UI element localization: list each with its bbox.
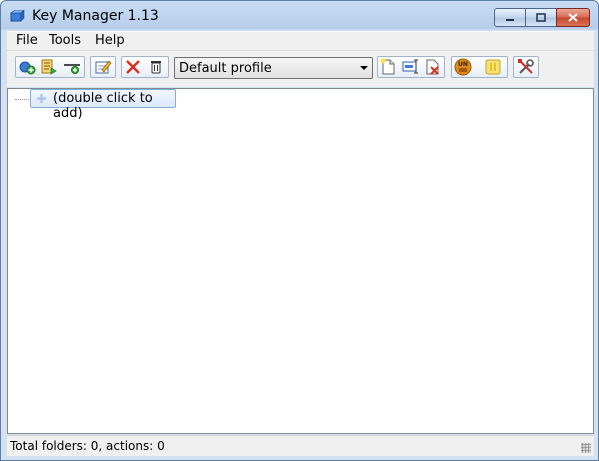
new-profile-icon[interactable] <box>379 58 397 76</box>
rename-profile-icon[interactable] <box>402 58 420 76</box>
add-folder-icon[interactable] <box>40 58 58 76</box>
pause-icon[interactable] <box>484 58 502 76</box>
minimize-button[interactable] <box>494 8 526 27</box>
profile-select[interactable]: Default profile <box>174 57 373 79</box>
tree-add-placeholder[interactable]: (double click to add) <box>30 89 176 121</box>
chevron-down-icon[interactable] <box>360 66 368 70</box>
profile-select-value: Default profile <box>179 61 272 76</box>
title-bar[interactable]: Key Manager 1.13 <box>1 1 598 31</box>
minimize-icon <box>506 18 514 21</box>
main-window: Key Manager 1.13 File Tools Help Default… <box>0 0 599 461</box>
settings-icon[interactable] <box>517 58 535 76</box>
maximize-button[interactable] <box>525 8 557 27</box>
menu-file[interactable]: File <box>16 33 38 48</box>
plus-icon <box>37 94 46 103</box>
close-button[interactable] <box>556 8 590 27</box>
add-action-icon[interactable] <box>18 58 36 76</box>
status-bar: Total folders: 0, actions: 0 <box>7 435 594 456</box>
close-icon <box>568 13 578 22</box>
delete-profile-icon[interactable] <box>424 58 442 76</box>
menu-bar: File Tools Help <box>7 31 594 50</box>
tree-placeholder-label: (double click to add) <box>53 91 153 121</box>
menu-tools[interactable]: Tools <box>49 33 81 48</box>
action-tree[interactable] <box>7 88 594 434</box>
status-text: Total folders: 0, actions: 0 <box>10 439 165 453</box>
unmount-icon[interactable]: UN <box>454 58 472 76</box>
window-title: Key Manager 1.13 <box>32 8 159 24</box>
trash-icon[interactable] <box>147 58 165 76</box>
app-icon <box>10 10 25 22</box>
edit-icon[interactable] <box>94 58 112 76</box>
menu-help[interactable]: Help <box>95 33 125 48</box>
resize-grip-icon[interactable] <box>581 443 591 453</box>
delete-icon[interactable] <box>124 58 142 76</box>
restore-icon <box>536 13 546 22</box>
add-separator-icon[interactable] <box>63 58 81 76</box>
svg-text:UN: UN <box>458 61 468 68</box>
